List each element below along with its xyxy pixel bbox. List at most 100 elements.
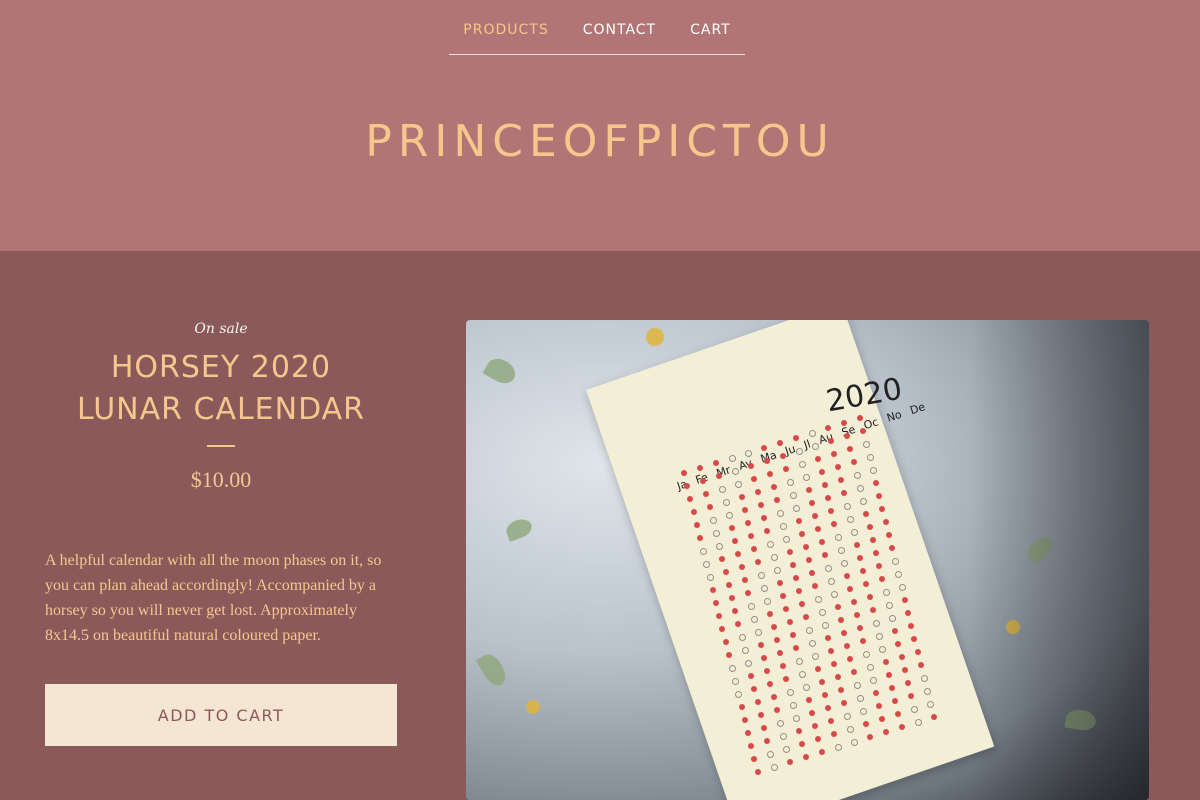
moon-dot	[885, 532, 892, 538]
moon-dot	[745, 520, 751, 526]
calendar-paper	[586, 320, 995, 800]
moon-dot	[882, 519, 889, 525]
moon-dot	[789, 492, 797, 499]
product-description: A helpful calendar with all the moon pha…	[45, 552, 382, 644]
moon-dot	[729, 665, 736, 672]
moon-dot	[834, 534, 842, 541]
site-header: PRODUCTS CONTACT CART PRINCEOFPICTOU	[0, 0, 1200, 251]
moon-dot	[706, 574, 714, 581]
moon-dot	[741, 577, 748, 583]
moon-dot	[850, 669, 857, 675]
moon-dot	[825, 635, 831, 641]
moon-dot	[738, 704, 745, 710]
moon-dot	[697, 465, 703, 471]
moon-dot	[837, 547, 845, 554]
moon-dot	[873, 550, 879, 556]
moon-dot	[786, 689, 794, 696]
moon-dot	[754, 559, 761, 565]
moon-dot	[770, 764, 778, 771]
product-title-line1: HORSEY 2020	[110, 350, 332, 385]
product-image[interactable]: 2020 Ja Fe Mr Av Ma Ju Jl Au Se Oc No De	[466, 320, 1149, 800]
moon-dot	[725, 582, 732, 588]
moon-dot	[722, 569, 729, 575]
moon-dot	[853, 682, 861, 689]
moon-dot	[754, 769, 761, 775]
moon-dot	[738, 634, 746, 641]
moon-dot	[850, 529, 858, 536]
flower-decoration	[526, 700, 540, 714]
moon-dot	[802, 474, 810, 481]
moon-dot	[850, 459, 857, 465]
moon-dot	[745, 660, 752, 667]
product-title: HORSEY 2020 LUNAR CALENDAR	[45, 347, 397, 431]
product-section: On sale HORSEY 2020 LUNAR CALENDAR $10.0…	[0, 251, 1200, 800]
moon-dot	[693, 522, 700, 528]
nav-contact[interactable]: CONTACT	[566, 22, 673, 54]
moon-dot	[761, 515, 767, 521]
moon-dot	[869, 677, 877, 684]
moon-dot	[841, 630, 847, 636]
moon-dot	[866, 524, 873, 530]
moon-dot	[821, 552, 828, 558]
moon-dot	[889, 685, 895, 691]
moon-dot	[745, 590, 751, 596]
moon-dot	[793, 715, 800, 722]
moon-dot	[853, 472, 861, 479]
moon-dot	[725, 512, 733, 519]
moon-dot	[681, 470, 687, 476]
moon-dot	[757, 712, 764, 718]
moon-dot	[857, 485, 864, 492]
moon-dot	[802, 614, 809, 620]
moon-dot	[873, 620, 880, 627]
moon-dot	[821, 622, 829, 629]
moon-dot	[690, 509, 697, 515]
moon-dot	[882, 589, 890, 596]
nav-products[interactable]: PRODUCTS	[446, 22, 565, 54]
moon-dot	[786, 759, 793, 765]
moon-dot	[809, 430, 816, 437]
moon-dot	[853, 542, 860, 548]
moon-dot	[818, 609, 826, 616]
moon-dot	[869, 537, 876, 543]
add-to-cart-button[interactable]: ADD TO CART	[45, 684, 397, 746]
moon-dot	[866, 664, 874, 671]
moon-dot	[789, 632, 796, 638]
moon-dot	[882, 659, 889, 665]
moon-dot	[757, 502, 764, 508]
moon-dot	[882, 729, 889, 735]
moon-dot	[754, 629, 762, 636]
moon-dot	[857, 625, 863, 631]
moon-dot	[802, 754, 809, 760]
nav-cart[interactable]: CART	[673, 22, 748, 54]
moon-dot	[741, 507, 748, 513]
moon-dot	[777, 720, 784, 727]
moon-dot	[853, 612, 860, 618]
moon-dot	[741, 717, 748, 723]
moon-dot	[738, 564, 745, 570]
moon-dot	[841, 700, 847, 706]
moon-dot	[802, 544, 809, 550]
moon-dot	[898, 584, 906, 591]
moon-dot	[761, 585, 768, 592]
moon-dot	[825, 705, 831, 711]
site-title[interactable]: PRINCEOFPICTOU	[0, 116, 1200, 167]
title-divider	[207, 445, 235, 447]
moon-dot	[834, 744, 842, 751]
moon-dot	[905, 610, 911, 616]
moon-dot	[773, 497, 780, 503]
moon-dot	[805, 697, 812, 703]
photo-shadow	[969, 320, 1149, 800]
moon-dot	[873, 690, 879, 696]
product-price: $10.00	[190, 467, 252, 492]
moon-dot	[821, 482, 828, 488]
main-nav: PRODUCTS CONTACT CART	[449, 0, 745, 55]
product-title-line2: LUNAR CALENDAR	[76, 392, 366, 427]
leaf-decoration	[475, 650, 511, 690]
moon-dot	[770, 484, 777, 490]
moon-dot	[761, 655, 767, 661]
moon-dot	[930, 714, 937, 720]
moon-dot	[805, 627, 813, 634]
moon-dot	[789, 562, 796, 568]
moon-dot	[905, 680, 911, 686]
moon-dot	[722, 639, 729, 645]
